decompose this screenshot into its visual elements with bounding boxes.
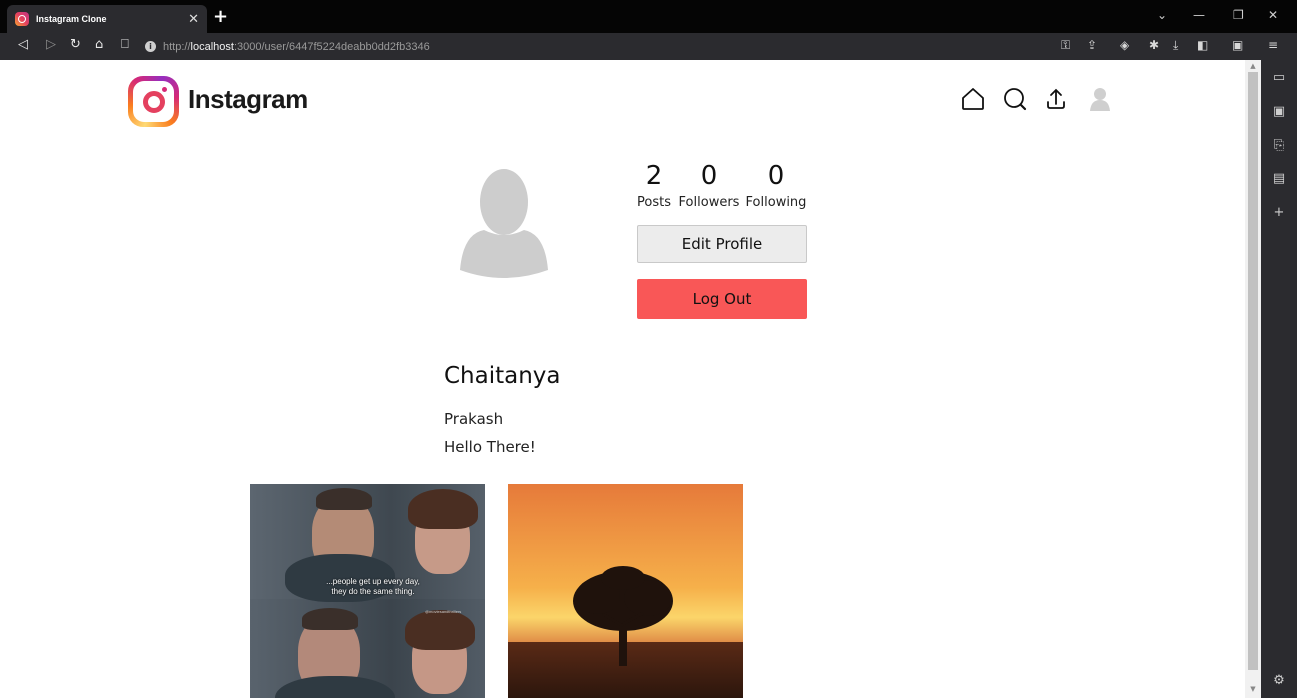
profile-bio: Hello There! [444, 438, 536, 456]
scroll-up-icon[interactable]: ▲ [1248, 62, 1258, 70]
page-content: Instagram 2 Posts 0 Followers 0 Followin… [0, 60, 1245, 698]
key-icon[interactable]: ⚿ [1061, 38, 1070, 53]
stat-label: Followers [678, 195, 740, 210]
stat-label: Posts [637, 195, 671, 210]
brave-shield-icon[interactable]: ◈ [1120, 38, 1129, 52]
downloads-icon[interactable]: ⤓ [1173, 38, 1178, 53]
post-thumbnail-1[interactable]: ...people get up every day, they do the … [250, 484, 485, 698]
window-close-icon[interactable]: ✕ [1268, 8, 1278, 22]
menu-icon[interactable]: ≡ [1268, 38, 1278, 52]
video-icon[interactable]: ▭ [1261, 70, 1297, 85]
tab-favicon-icon [15, 12, 29, 26]
scroll-thumb[interactable] [1248, 72, 1258, 670]
browser-titlebar: Instagram Clone ✕ + ⌄ — ❐ ✕ [0, 0, 1297, 33]
profile-username: Chaitanya [444, 363, 561, 389]
profile-full-name: Prakash [444, 410, 504, 428]
profile-icon[interactable] [1087, 86, 1113, 112]
stat-value: 2 [645, 161, 663, 191]
new-tab-icon[interactable]: + [213, 6, 228, 27]
stat-value: 0 [767, 161, 785, 191]
browser-tab[interactable]: Instagram Clone ✕ [7, 5, 207, 33]
tab-close-icon[interactable]: ✕ [188, 12, 199, 27]
extensions-icon[interactable]: ✱ [1149, 38, 1159, 52]
forward-icon[interactable]: ▷ [46, 37, 56, 52]
browser-side-panel: ▭ ▣ ⎘ ▤ + ⚙ [1261, 60, 1297, 698]
post-thumbnail-2[interactable] [508, 484, 743, 698]
reload-icon[interactable]: ↻ [70, 37, 81, 52]
post-caption: ...people get up every day, they do the … [326, 577, 420, 596]
stat-followers[interactable]: 0 Followers [678, 160, 740, 210]
home-icon[interactable] [960, 86, 986, 112]
stat-label: Following [745, 195, 807, 210]
minimize-icon[interactable]: — [1193, 8, 1205, 22]
home-page-icon[interactable]: ⌂ [95, 37, 103, 52]
site-info-icon[interactable]: i [145, 41, 156, 52]
sidebar-toggle-icon[interactable]: ◧ [1197, 38, 1208, 52]
address-bar[interactable]: i http://localhost:3000/user/6447f5224de… [145, 36, 1145, 57]
bookmark-icon[interactable]: ⎕ [121, 37, 129, 52]
url-text: http://localhost:3000/user/6447f5224deab… [163, 40, 430, 53]
stat-value: 0 [700, 161, 718, 191]
tab-search-icon[interactable]: ⌄ [1157, 8, 1167, 22]
add-panel-icon[interactable]: + [1261, 205, 1297, 220]
upload-icon[interactable] [1043, 86, 1069, 112]
edit-profile-button[interactable]: Edit Profile [637, 225, 807, 263]
wallet-side-icon[interactable]: ▣ [1261, 104, 1297, 119]
logout-button[interactable]: Log Out [637, 279, 807, 319]
instagram-logo-icon[interactable] [128, 76, 179, 127]
browser-toolbar: ◁ ▷ ↻ ⌂ ⎕ i http://localhost:3000/user/6… [0, 33, 1297, 60]
avatar[interactable] [460, 168, 548, 278]
stat-posts[interactable]: 2 Posts [636, 160, 672, 210]
scroll-down-icon[interactable]: ▼ [1248, 685, 1258, 693]
reading-list-icon[interactable]: ▤ [1261, 171, 1297, 186]
tree-silhouette [573, 566, 673, 666]
save-icon[interactable]: ⎘ [1261, 138, 1297, 153]
post-watermark: @moviesandthrillers [425, 609, 462, 614]
page-scrollbar[interactable]: ▲ ▼ [1245, 60, 1261, 698]
share-icon[interactable]: ⇪ [1087, 38, 1097, 52]
search-icon[interactable] [1002, 86, 1028, 112]
wallet-icon[interactable]: ▣ [1232, 38, 1243, 52]
brand-name[interactable]: Instagram [188, 84, 308, 115]
restore-icon[interactable]: ❐ [1233, 8, 1244, 22]
stat-following[interactable]: 0 Following [745, 160, 807, 210]
settings-gear-icon[interactable]: ⚙ [1261, 673, 1297, 688]
tab-title: Instagram Clone [36, 14, 107, 24]
back-icon[interactable]: ◁ [18, 37, 28, 52]
